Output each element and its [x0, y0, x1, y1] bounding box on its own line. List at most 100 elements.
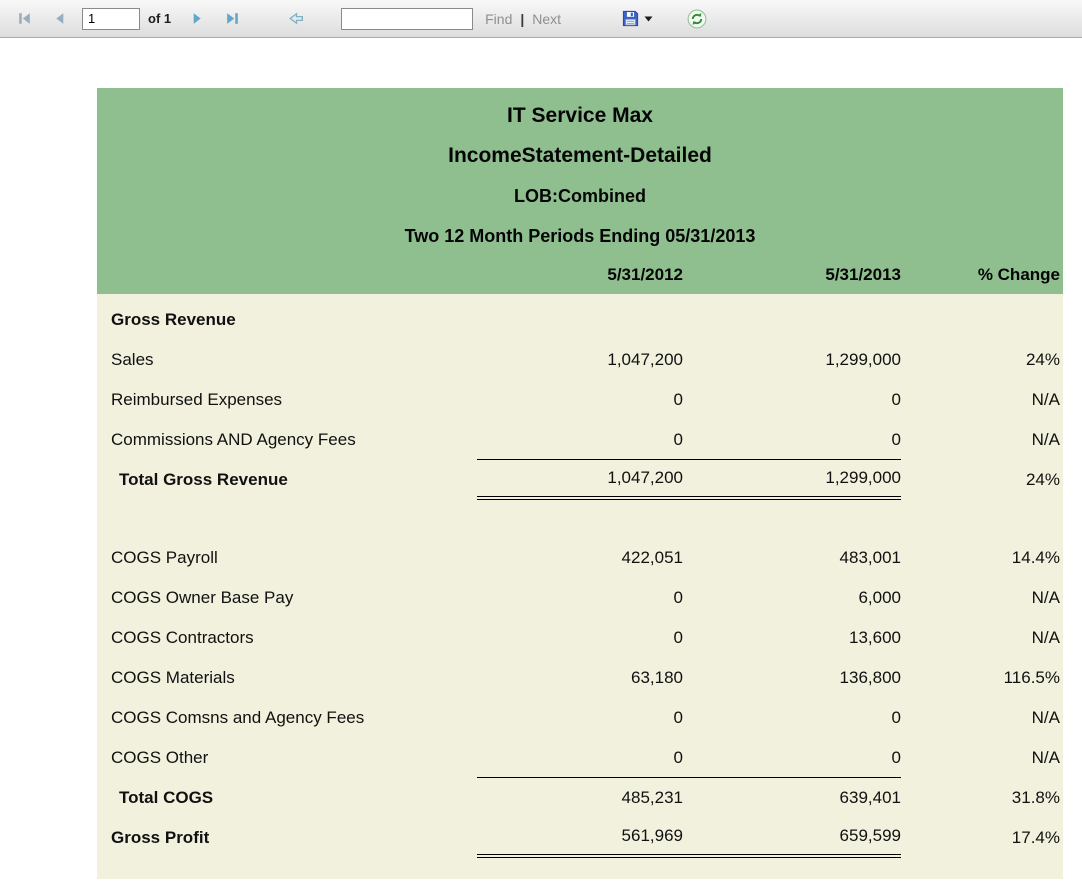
value-2013: 639,401	[683, 788, 901, 808]
value-percent-change: N/A	[901, 390, 1063, 410]
value-2012: 1,047,200	[477, 350, 683, 370]
report-title-company: IT Service Max	[97, 96, 1063, 136]
value-2013: 1,299,000	[683, 350, 901, 370]
row-label: Total Gross Revenue	[97, 470, 477, 490]
row-values: 63,180136,800	[477, 658, 901, 698]
row-label: Sales	[97, 350, 477, 370]
row-label: Total COGS	[97, 788, 477, 808]
value-2013: 0	[683, 430, 901, 450]
report-viewer-toolbar: of 1 Find | Next	[0, 0, 1082, 38]
row-label: Gross Profit	[97, 828, 477, 848]
row-values: 1,047,2001,299,000	[477, 340, 901, 380]
value-2012: 1,047,200	[477, 468, 683, 488]
row-values: 00	[477, 738, 901, 778]
report-row: Reimbursed Expenses00N/A	[97, 380, 1063, 420]
back-to-parent-button[interactable]	[285, 8, 307, 29]
row-label: Gross Revenue	[97, 310, 477, 330]
row-values: 422,051483,001	[477, 538, 901, 578]
previous-page-icon	[51, 10, 68, 27]
value-percent-change: 116.5%	[901, 668, 1063, 688]
dropdown-caret-icon	[644, 16, 653, 22]
row-label: COGS Comsns and Agency Fees	[97, 708, 477, 728]
row-label: Reimbursed Expenses	[97, 390, 477, 410]
column-header-2012: 5/31/2012	[477, 265, 683, 285]
value-2013: 1,299,000	[683, 468, 901, 488]
value-2013: 0	[683, 390, 901, 410]
refresh-button[interactable]	[685, 7, 709, 31]
save-export-icon	[621, 9, 640, 28]
row-values: 1,047,2001,299,000	[477, 460, 901, 500]
find-link[interactable]: Find	[485, 11, 512, 27]
report-row: COGS Payroll422,051483,00114.4%	[97, 538, 1063, 578]
search-input[interactable]	[341, 8, 473, 30]
row-values: 561,969659,599	[477, 818, 901, 858]
back-arrow-icon	[287, 10, 305, 27]
row-values: 485,231639,401	[477, 778, 901, 818]
value-2013: 483,001	[683, 548, 901, 568]
value-percent-change: 24%	[901, 350, 1063, 370]
page-count-label: of 1	[148, 11, 171, 26]
row-label: COGS Materials	[97, 668, 477, 688]
value-percent-change: 14.4%	[901, 548, 1063, 568]
spacer-row	[97, 500, 1063, 538]
row-values: 00	[477, 380, 901, 420]
report-row: COGS Comsns and Agency Fees00N/A	[97, 698, 1063, 738]
refresh-icon	[687, 9, 707, 29]
report-header: IT Service Max IncomeStatement-Detailed …	[97, 88, 1063, 294]
row-label: Commissions AND Agency Fees	[97, 430, 477, 450]
income-statement-report: IT Service Max IncomeStatement-Detailed …	[97, 88, 1063, 879]
value-2013: 136,800	[683, 668, 901, 688]
value-2012: 63,180	[477, 668, 683, 688]
row-label: COGS Payroll	[97, 548, 477, 568]
value-percent-change: N/A	[901, 588, 1063, 608]
value-2012: 0	[477, 430, 683, 450]
report-title-period: Two 12 Month Periods Ending 05/31/2013	[97, 216, 1063, 256]
first-page-button[interactable]	[14, 8, 35, 29]
report-row: COGS Owner Base Pay06,000N/A	[97, 578, 1063, 618]
export-dropdown-button[interactable]	[619, 7, 655, 30]
row-values: 00	[477, 420, 901, 460]
value-percent-change: 31.8%	[901, 788, 1063, 808]
row-label: COGS Contractors	[97, 628, 477, 648]
value-percent-change: N/A	[901, 628, 1063, 648]
value-2013: 13,600	[683, 628, 901, 648]
value-2013: 6,000	[683, 588, 901, 608]
column-header-change: % Change	[901, 265, 1063, 285]
row-values: 013,600	[477, 618, 901, 658]
value-2013: 0	[683, 708, 901, 728]
report-row: COGS Materials63,180136,800116.5%	[97, 658, 1063, 698]
last-page-button[interactable]	[222, 8, 243, 29]
row-label: COGS Owner Base Pay	[97, 588, 477, 608]
find-next-separator: |	[520, 11, 524, 27]
value-percent-change: N/A	[901, 430, 1063, 450]
next-page-button[interactable]	[187, 8, 208, 29]
previous-page-button[interactable]	[49, 8, 70, 29]
report-row: Total COGS485,231639,40131.8%	[97, 778, 1063, 818]
row-values	[477, 300, 901, 340]
row-values: 06,000	[477, 578, 901, 618]
report-rows: Gross RevenueSales1,047,2001,299,00024%R…	[97, 294, 1063, 879]
value-2012: 0	[477, 588, 683, 608]
row-label: COGS Other	[97, 748, 477, 768]
report-row: Gross Revenue	[97, 300, 1063, 340]
find-next-link[interactable]: Next	[532, 11, 561, 27]
report-title-lob: LOB:Combined	[97, 176, 1063, 216]
column-header-2013: 5/31/2013	[683, 265, 901, 285]
value-2012: 0	[477, 748, 683, 768]
page-number-input[interactable]	[82, 8, 140, 30]
value-2012: 422,051	[477, 548, 683, 568]
row-values: 00	[477, 698, 901, 738]
last-page-icon	[224, 10, 241, 27]
value-2012: 0	[477, 708, 683, 728]
report-title-name: IncomeStatement-Detailed	[97, 136, 1063, 176]
value-percent-change: N/A	[901, 708, 1063, 728]
report-row: COGS Contractors013,600N/A	[97, 618, 1063, 658]
report-row: Gross Profit561,969659,59917.4%	[97, 818, 1063, 858]
value-2012: 485,231	[477, 788, 683, 808]
report-row: Commissions AND Agency Fees00N/A	[97, 420, 1063, 460]
value-percent-change: 17.4%	[901, 828, 1063, 848]
value-percent-change: N/A	[901, 748, 1063, 768]
value-2013: 0	[683, 748, 901, 768]
column-header-row: 5/31/2012 5/31/2013 % Change	[97, 256, 1063, 294]
value-2012: 0	[477, 390, 683, 410]
